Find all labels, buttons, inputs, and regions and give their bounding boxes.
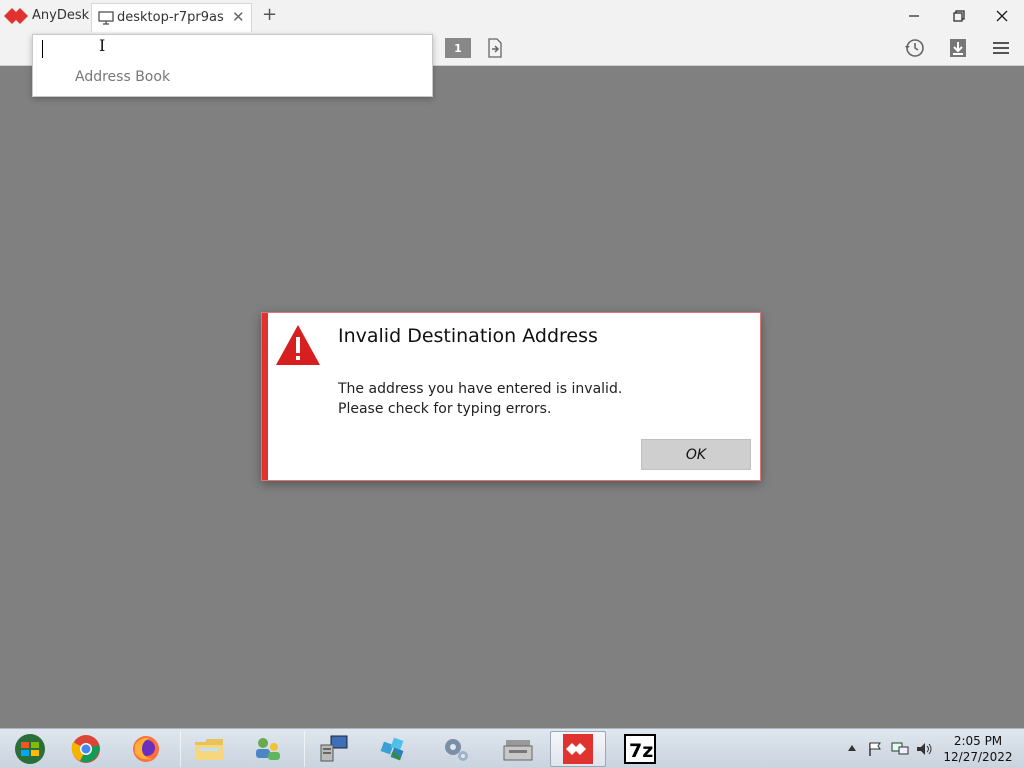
address-input[interactable]: [39, 39, 423, 65]
chrome-icon: [71, 735, 100, 763]
taskbar-firefox[interactable]: [118, 731, 174, 767]
text-caret: [42, 40, 43, 58]
taskbar: 7z 2:05 PM 12/27/2022: [0, 728, 1024, 768]
volume-icon[interactable]: [915, 741, 933, 757]
menu-icon[interactable]: [990, 37, 1012, 59]
system-tray: [843, 731, 943, 767]
monitor-icon: [98, 11, 114, 25]
dialog-message-line2: Please check for typing errors.: [338, 401, 552, 417]
close-icon: [996, 10, 1008, 22]
tab-close-icon[interactable]: ✕: [232, 8, 245, 26]
minimize-button[interactable]: [892, 0, 936, 32]
taskbar-cash-register[interactable]: [490, 731, 546, 767]
title-bar: AnyDesk desktop-r7pr9as ✕ +: [0, 0, 1024, 32]
flag-icon[interactable]: [867, 741, 883, 757]
file-transfer-icon[interactable]: [484, 37, 506, 59]
network-tray-icon[interactable]: [891, 741, 909, 757]
file-explorer-icon: [195, 739, 223, 760]
taskbar-network[interactable]: [366, 731, 422, 767]
monitor-number-icon[interactable]: 1: [445, 38, 471, 58]
restore-button[interactable]: [937, 0, 981, 32]
clock-date: 12/27/2022: [943, 750, 1013, 764]
taskbar-network-users[interactable]: [240, 731, 296, 767]
anydesk-logo-icon: [4, 8, 28, 24]
display-number: 1: [454, 41, 462, 55]
cash-register-icon: [503, 740, 533, 761]
new-tab-button[interactable]: +: [262, 4, 277, 25]
minimize-icon: [909, 15, 919, 17]
address-dropdown: I Address Book: [32, 34, 433, 97]
taskbar-clock[interactable]: 2:05 PM 12/27/2022: [938, 733, 1018, 765]
error-dialog: Invalid Destination Address The address …: [261, 312, 761, 481]
taskbar-remote-desktop[interactable]: [304, 731, 361, 767]
warning-icon: [276, 325, 320, 365]
anydesk-icon: [563, 734, 593, 764]
history-icon[interactable]: [903, 37, 925, 59]
network-users-icon: [256, 738, 280, 760]
ibeam-cursor-icon: I: [99, 36, 106, 55]
taskbar-anydesk[interactable]: [550, 731, 606, 767]
dialog-message: The address you have entered is invalid.…: [338, 379, 622, 419]
show-hidden-icon[interactable]: [847, 744, 857, 752]
address-book-link[interactable]: Address Book: [75, 69, 170, 85]
dialog-title: Invalid Destination Address: [338, 325, 598, 347]
tab-session[interactable]: desktop-r7pr9as ✕: [91, 3, 252, 32]
network-icon: [380, 737, 404, 761]
clock-time: 2:05 PM: [953, 734, 1003, 748]
app-name: AnyDesk: [32, 8, 90, 23]
settings-gears-icon: [445, 739, 468, 761]
taskbar-file-explorer[interactable]: [180, 731, 237, 767]
taskbar-chrome[interactable]: [58, 731, 114, 767]
dialog-message-line1: The address you have entered is invalid.: [338, 381, 623, 397]
start-orb-icon: [15, 734, 45, 764]
start-button[interactable]: [2, 731, 58, 767]
svg-text:7z: 7z: [629, 740, 653, 762]
restore-icon: [953, 10, 965, 22]
tab-label: desktop-r7pr9as: [117, 10, 224, 25]
download-icon[interactable]: [947, 37, 969, 59]
7zip-icon: 7z: [624, 734, 656, 764]
taskbar-7zip[interactable]: 7z: [612, 731, 668, 767]
app-tab[interactable]: AnyDesk: [0, 0, 90, 32]
dialog-accent-stripe: [262, 313, 268, 480]
firefox-icon: [133, 736, 159, 762]
taskbar-settings[interactable]: [428, 731, 484, 767]
close-button[interactable]: [980, 0, 1024, 32]
remote-desktop-icon: [320, 735, 348, 762]
ok-button[interactable]: OK: [641, 439, 751, 470]
